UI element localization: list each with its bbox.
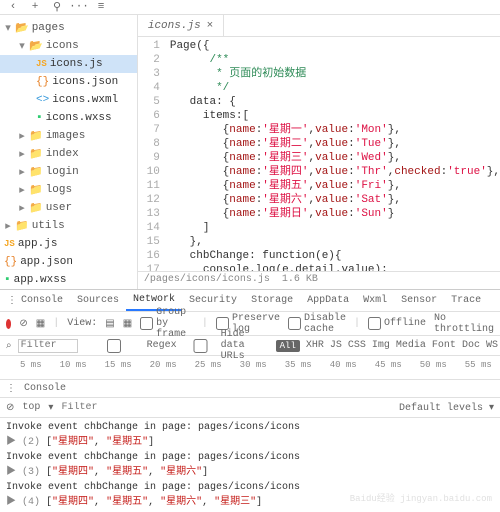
folder-icons[interactable]: ▾📂 icons xyxy=(0,37,137,55)
console-filter-input[interactable] xyxy=(61,402,391,413)
disable-checkbox[interactable]: Disable cache xyxy=(288,313,346,335)
tab-icons-js[interactable]: icons.js× xyxy=(138,15,224,36)
more-icon[interactable]: ··· xyxy=(72,0,86,14)
file-app-js[interactable]: JS app.js xyxy=(0,235,137,253)
record-icon[interactable] xyxy=(6,319,11,329)
view-large-icon[interactable]: ▤ xyxy=(105,318,114,330)
code-source[interactable]: Page({ /** * 页面的初始数据 */ data: { items:[ … xyxy=(166,37,500,271)
file-app-wxss[interactable]: ▪ app.wxss xyxy=(0,271,137,289)
log-array[interactable]: ▶ (2) ["星期四", "星期五"] xyxy=(6,435,494,450)
tab-appdata[interactable]: AppData xyxy=(300,290,356,311)
close-icon[interactable]: × xyxy=(207,20,214,32)
timeline: 5 ms10 ms15 ms20 ms25 ms30 ms35 ms40 ms4… xyxy=(0,356,500,380)
filter-media[interactable]: Media xyxy=(396,340,426,351)
tab-wxml[interactable]: Wxml xyxy=(356,290,394,311)
file-icons-wxss[interactable]: ▪ icons.wxss xyxy=(0,109,137,127)
file-icons-js[interactable]: JS icons.js xyxy=(0,55,137,73)
filter-icon[interactable]: ⌕ xyxy=(6,340,12,352)
tab-console[interactable]: Console xyxy=(14,290,70,311)
tab-trace[interactable]: Trace xyxy=(444,290,488,311)
filter-ws[interactable]: WS xyxy=(486,340,498,351)
log-line: Invoke event chbChange in page: pages/ic… xyxy=(6,450,494,465)
folder-index[interactable]: ▸📁 index xyxy=(0,145,137,163)
console-drawer-header: ⋮Console xyxy=(0,380,500,398)
tab-sources[interactable]: Sources xyxy=(70,290,126,311)
devtools-tabs: ⋮ Console Sources Network Security Stora… xyxy=(0,290,500,312)
filter-font[interactable]: Font xyxy=(432,340,456,351)
regex-checkbox[interactable]: Regex xyxy=(84,339,177,353)
log-line: Invoke event chbChange in page: pages/ic… xyxy=(6,420,494,435)
file-tree: ▾📂 pages ▾📂 icons JS icons.js {} icons.j… xyxy=(0,15,138,289)
clear-icon[interactable]: ⊘ xyxy=(19,318,27,330)
watermark: Baidu经验 jingyan.baidu.com xyxy=(350,491,492,504)
folder-images[interactable]: ▸📁 images xyxy=(0,127,137,145)
filter-all[interactable]: All xyxy=(276,340,300,352)
throttling-select[interactable]: No throttling xyxy=(434,313,494,335)
console-toolbar: ⊘ top▾ Default levels ▾ xyxy=(0,398,500,418)
filter-img[interactable]: Img xyxy=(372,340,390,351)
tab-storage[interactable]: Storage xyxy=(244,290,300,311)
network-filter: ⌕ Regex Hide data URLs All XHR JS CSS Im… xyxy=(0,336,500,356)
filter-js[interactable]: JS xyxy=(330,340,342,351)
filter-css[interactable]: CSS xyxy=(348,340,366,351)
folder-utils[interactable]: ▸📁 utils xyxy=(0,217,137,235)
editor-tabs: icons.js× xyxy=(138,15,500,37)
folder-logs[interactable]: ▸📁 logs xyxy=(0,181,137,199)
menu-icon[interactable]: ≡ xyxy=(94,0,108,14)
search-icon[interactable]: ⚲ xyxy=(50,0,64,14)
view-small-icon[interactable]: ▦ xyxy=(123,318,132,330)
drawer-icon[interactable]: ⋮ xyxy=(0,290,14,311)
filter-xhr[interactable]: XHR xyxy=(306,340,324,351)
view-label: View: xyxy=(67,318,97,329)
top-toolbar: ‹ + ⚲ ··· ≡ xyxy=(0,0,500,15)
file-app-json[interactable]: {} app.json xyxy=(0,253,137,271)
filter-input[interactable] xyxy=(18,339,78,353)
breadcrumb: /pages/icons/icons.js1.6 KB xyxy=(138,271,500,289)
folder-pages[interactable]: ▾📂 pages xyxy=(0,19,137,37)
folder-user[interactable]: ▸📁 user xyxy=(0,199,137,217)
levels-select[interactable]: Default levels ▾ xyxy=(399,402,494,414)
clear-console-icon[interactable]: ⊘ xyxy=(6,402,14,414)
filter-doc[interactable]: Doc xyxy=(462,340,480,351)
folder-login[interactable]: ▸📁 login xyxy=(0,163,137,181)
plus-icon[interactable]: + xyxy=(28,0,42,14)
tab-sensor[interactable]: Sensor xyxy=(394,290,444,311)
capture-icon[interactable]: ▦ xyxy=(36,318,45,330)
file-icons-json[interactable]: {} icons.json xyxy=(0,73,137,91)
context-select[interactable]: top xyxy=(22,402,40,413)
line-gutter: 12345678910111213141516171819 xyxy=(138,37,166,271)
offline-checkbox[interactable]: Offline xyxy=(368,317,426,330)
file-icons-wxml[interactable]: <> icons.wxml xyxy=(0,91,137,109)
back-icon[interactable]: ‹ xyxy=(6,0,20,14)
log-array[interactable]: ▶ (3) ["星期四", "星期五", "星期六"] xyxy=(6,465,494,480)
